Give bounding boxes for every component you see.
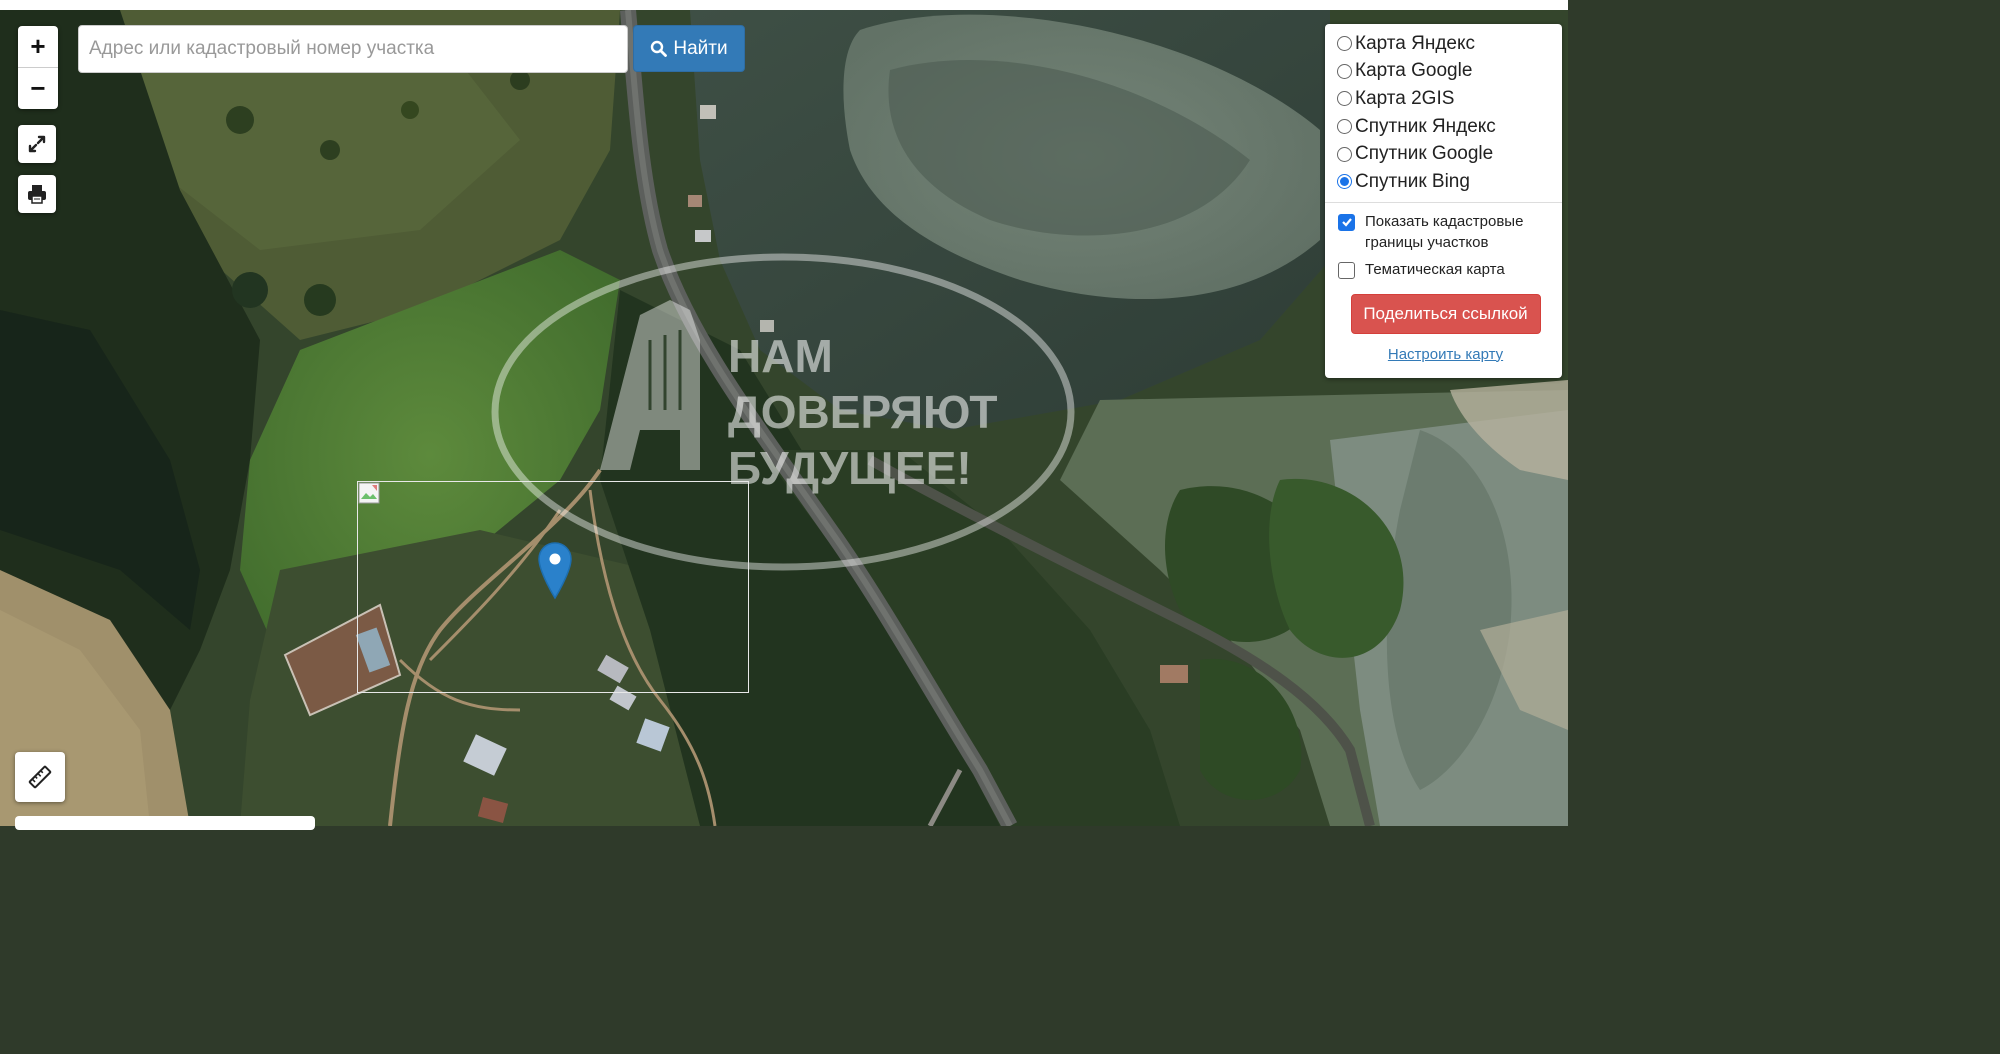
printer-icon: [28, 185, 46, 204]
checkbox-icon: [1338, 261, 1355, 279]
thematic-map-label: Тематическая карта: [1365, 260, 1505, 278]
expand-icon: [28, 135, 46, 153]
layer-option-bing-satellite[interactable]: Спутник Bing: [1337, 168, 1554, 196]
divider: [1325, 201, 1562, 203]
radio-icon: [1337, 63, 1352, 79]
layer-option-label: Спутник Яндекс: [1355, 115, 1496, 137]
layer-option-label: Спутник Bing: [1355, 170, 1470, 192]
layer-option-google-satellite[interactable]: Спутник Google: [1337, 140, 1554, 168]
zoom-control: + −: [18, 26, 58, 109]
layers-panel: Карта Яндекс Карта Google Карта 2GIS Спу…: [1325, 24, 1562, 378]
print-button[interactable]: [18, 175, 56, 213]
search-icon: [651, 40, 668, 57]
fullscreen-button[interactable]: [18, 125, 56, 163]
broken-image-icon: [358, 482, 380, 504]
ruler-button[interactable]: [15, 752, 65, 802]
search-button-label: Найти: [673, 37, 728, 59]
cadastral-borders-label: Показать кадастровые границы участков: [1365, 212, 1524, 251]
cadastral-borders-checkbox[interactable]: Показать кадастровые границы участков: [1337, 211, 1554, 253]
zoom-out-button[interactable]: −: [18, 67, 58, 109]
zoom-in-button[interactable]: +: [18, 26, 58, 67]
layer-option-label: Карта Google: [1355, 60, 1473, 82]
layer-option-label: Спутник Google: [1355, 143, 1494, 165]
layer-option-google-map[interactable]: Карта Google: [1337, 58, 1554, 86]
share-link-button[interactable]: Поделиться ссылкой: [1350, 293, 1541, 334]
radio-icon: [1337, 119, 1352, 135]
parcel-preview-frame: [357, 481, 749, 693]
radio-selected-icon: [1337, 174, 1352, 190]
search-button[interactable]: Найти: [633, 25, 745, 72]
radio-icon: [1337, 36, 1352, 52]
radio-icon: [1337, 91, 1352, 107]
thematic-map-checkbox[interactable]: Тематическая карта: [1337, 259, 1554, 280]
top-strip: [0, 0, 1568, 10]
configure-map-link[interactable]: Настроить карту: [1337, 346, 1554, 363]
layer-option-label: Карта 2GIS: [1355, 87, 1455, 109]
radio-icon: [1337, 146, 1352, 162]
layer-option-yandex-map[interactable]: Карта Яндекс: [1337, 30, 1554, 58]
bottom-info-panel: [15, 816, 315, 830]
layer-option-label: Карта Яндекс: [1355, 32, 1476, 54]
layer-option-2gis-map[interactable]: Карта 2GIS: [1337, 85, 1554, 113]
checkbox-checked-icon: [1338, 213, 1355, 231]
search-input[interactable]: [78, 25, 628, 73]
layer-option-yandex-satellite[interactable]: Спутник Яндекс: [1337, 113, 1554, 141]
ruler-icon: [28, 765, 52, 789]
